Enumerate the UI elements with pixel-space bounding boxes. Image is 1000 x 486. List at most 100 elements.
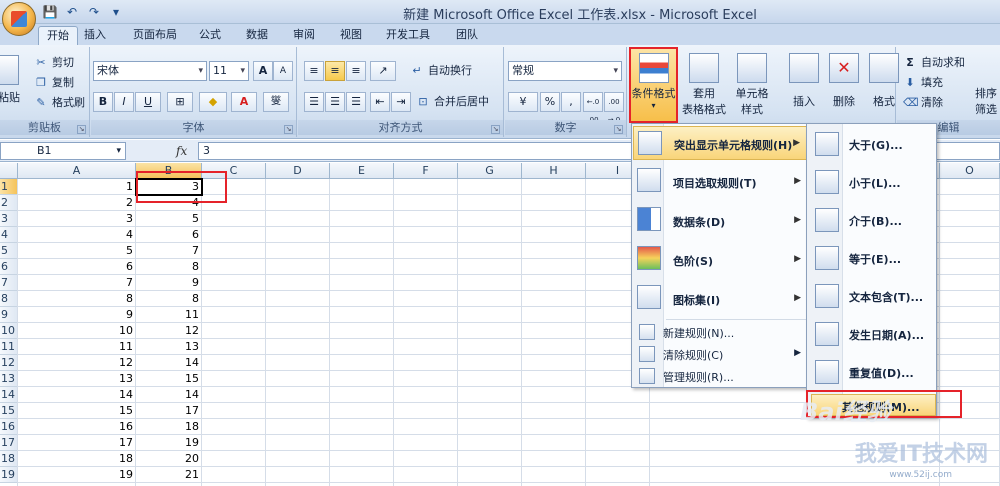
align-left-icon[interactable]: ☰: [304, 92, 324, 112]
increase-indent-icon[interactable]: ⇥: [391, 92, 411, 112]
percent-button[interactable]: %: [540, 92, 560, 112]
cell-b[interactable]: 14: [136, 355, 202, 371]
submenu-item-less-than[interactable]: 小于(L)...: [811, 164, 936, 200]
tab-review[interactable]: 审阅: [293, 26, 315, 45]
row-header[interactable]: 18: [0, 451, 18, 467]
row-header[interactable]: 9: [0, 307, 18, 323]
column-header-f[interactable]: F: [394, 163, 458, 179]
cell-a[interactable]: 15: [18, 403, 136, 419]
cell-a[interactable]: 6: [18, 259, 136, 275]
select-all-corner[interactable]: [0, 163, 18, 179]
column-header-o[interactable]: O: [940, 163, 1000, 179]
cell-b[interactable]: 8: [136, 291, 202, 307]
tab-developer[interactable]: 开发工具: [386, 26, 430, 45]
format-painter-button[interactable]: ✎ 格式刷: [34, 93, 85, 113]
align-top-icon[interactable]: ≡: [304, 61, 324, 81]
column-header-h[interactable]: H: [522, 163, 586, 179]
clipboard-launcher-icon[interactable]: ↘: [77, 125, 86, 134]
office-button[interactable]: [2, 2, 36, 36]
cell-a[interactable]: 7: [18, 275, 136, 291]
name-box[interactable]: B1: [0, 142, 126, 160]
submenu-item-duplicate-values[interactable]: 重复值(D)...: [811, 354, 936, 390]
sort-filter-label-1[interactable]: 排序: [975, 85, 997, 101]
alignment-launcher-icon[interactable]: ↘: [491, 125, 500, 134]
decrease-indent-icon[interactable]: ⇤: [370, 92, 390, 112]
cell-b[interactable]: 11: [136, 307, 202, 323]
grow-font-button[interactable]: A: [253, 61, 273, 81]
cut-button[interactable]: ✂ 剪切: [34, 53, 74, 73]
cell-b[interactable]: 20: [136, 451, 202, 467]
tab-home[interactable]: 开始: [38, 26, 78, 45]
align-middle-icon[interactable]: ≡: [325, 61, 345, 81]
cell-b[interactable]: 6: [136, 227, 202, 243]
shrink-font-button[interactable]: A: [273, 61, 293, 81]
cell-b[interactable]: 7: [136, 243, 202, 259]
tab-insert[interactable]: 插入: [84, 26, 106, 45]
cell-a[interactable]: 12: [18, 355, 136, 371]
cell-b[interactable]: 21: [136, 467, 202, 483]
row-header[interactable]: 10: [0, 323, 18, 339]
cell-b[interactable]: 8: [136, 259, 202, 275]
submenu-item-greater-than[interactable]: 大于(G)...: [811, 126, 936, 162]
column-header-e[interactable]: E: [330, 163, 394, 179]
cell-a[interactable]: 11: [18, 339, 136, 355]
tab-page-layout[interactable]: 页面布局: [133, 26, 177, 45]
align-right-icon[interactable]: ☰: [346, 92, 366, 112]
row-header[interactable]: 5: [0, 243, 18, 259]
menu-item-icon-sets[interactable]: 图标集(I) ▶: [633, 280, 807, 316]
wrap-text-button[interactable]: ↵ 自动换行: [410, 61, 472, 81]
conditional-format-button[interactable]: 条件格式 ▾: [629, 47, 678, 123]
cell-styles-button[interactable]: 单元格 样式: [728, 49, 776, 123]
menu-item-clear-rules[interactable]: 清除规则(C) ▶: [633, 343, 807, 365]
tab-team[interactable]: 团队: [456, 26, 478, 45]
submenu-item-between[interactable]: 介于(B)...: [811, 202, 936, 238]
tab-formulas[interactable]: 公式: [199, 26, 221, 45]
number-launcher-icon[interactable]: ↘: [614, 125, 623, 134]
submenu-item-equal-to[interactable]: 等于(E)...: [811, 240, 936, 276]
tab-data[interactable]: 数据: [246, 26, 268, 45]
format-as-table-button[interactable]: 套用 表格格式: [680, 49, 728, 123]
menu-item-top-bottom[interactable]: 项目选取规则(T) ▶: [633, 163, 807, 199]
row-header[interactable]: 8: [0, 291, 18, 307]
row-header[interactable]: 7: [0, 275, 18, 291]
fx-icon[interactable]: fx: [176, 142, 192, 160]
cell-a[interactable]: 19: [18, 467, 136, 483]
number-format-combo[interactable]: 常规: [508, 61, 622, 81]
cell-b[interactable]: 9: [136, 275, 202, 291]
cell-a[interactable]: 1: [18, 179, 136, 195]
row-header[interactable]: 6: [0, 259, 18, 275]
cell-b[interactable]: 12: [136, 323, 202, 339]
clear-button[interactable]: ⌫ 清除: [903, 93, 943, 113]
sort-filter-label-2[interactable]: 筛选: [975, 101, 997, 117]
row-header[interactable]: 16: [0, 419, 18, 435]
fill-color-icon[interactable]: ◆: [199, 92, 227, 112]
row-header[interactable]: 12: [0, 355, 18, 371]
row-header[interactable]: 19: [0, 467, 18, 483]
row-header[interactable]: 14: [0, 387, 18, 403]
row-header[interactable]: 4: [0, 227, 18, 243]
submenu-item-date-occurring[interactable]: 发生日期(A)...: [811, 316, 936, 352]
cell-a[interactable]: 9: [18, 307, 136, 323]
cell-b[interactable]: 14: [136, 387, 202, 403]
row-header[interactable]: 11: [0, 339, 18, 355]
menu-item-new-rule[interactable]: 新建规则(N)...: [633, 321, 807, 343]
currency-icon[interactable]: ¥: [508, 92, 538, 112]
cell-a[interactable]: 10: [18, 323, 136, 339]
comma-button[interactable]: ,: [561, 92, 581, 112]
cell-a[interactable]: 14: [18, 387, 136, 403]
border-icon[interactable]: ⊞: [167, 92, 193, 112]
submenu-item-text-contains[interactable]: 文本包含(T)...: [811, 278, 936, 314]
cell-a[interactable]: 2: [18, 195, 136, 211]
cell-a[interactable]: 5: [18, 243, 136, 259]
cell-a[interactable]: 3: [18, 211, 136, 227]
cell-a[interactable]: 4: [18, 227, 136, 243]
font-name-combo[interactable]: 宋体: [93, 61, 207, 81]
bold-button[interactable]: B: [93, 92, 113, 112]
underline-button[interactable]: U: [135, 92, 161, 112]
column-header-g[interactable]: G: [458, 163, 522, 179]
cell-b[interactable]: 5: [136, 211, 202, 227]
cell-b[interactable]: 17: [136, 403, 202, 419]
align-center-icon[interactable]: ☰: [325, 92, 345, 112]
column-header-d[interactable]: D: [266, 163, 330, 179]
fill-button[interactable]: ⬇ 填充: [903, 73, 943, 93]
